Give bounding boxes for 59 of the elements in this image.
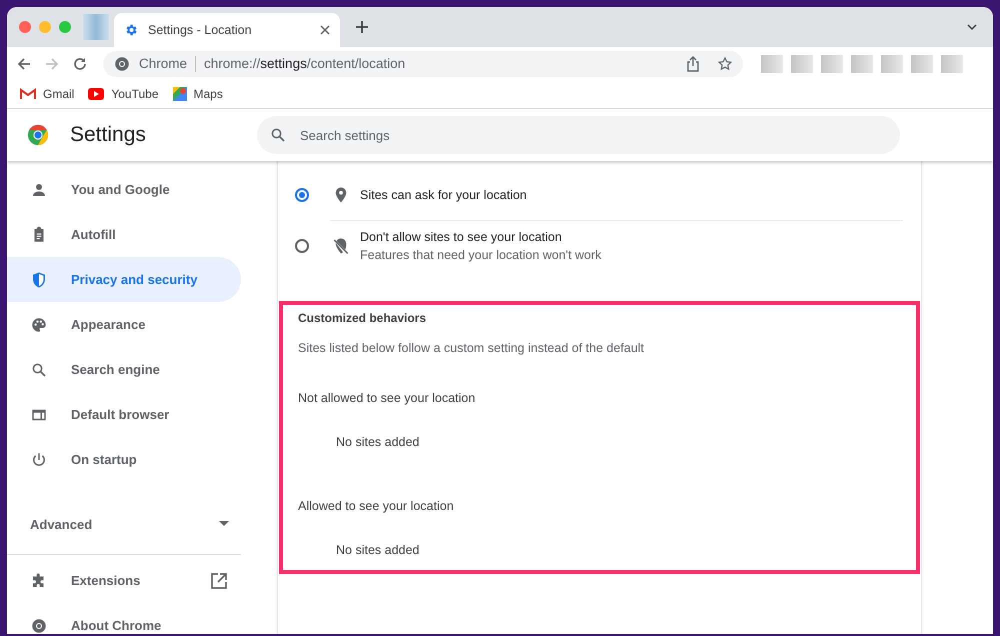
power-icon bbox=[30, 450, 48, 468]
sidebar-item[interactable]: Default browser bbox=[7, 392, 241, 437]
maximize-window-button[interactable] bbox=[59, 21, 71, 33]
section-description: Sites listed below follow a custom setting instead of the default bbox=[298, 341, 646, 355]
url-text: chrome://settings/content/location bbox=[204, 56, 406, 71]
sidebar-item[interactable]: You and Google bbox=[7, 167, 241, 212]
address-bar[interactable]: Chrome chrome://settings/content/location bbox=[103, 50, 743, 76]
sidebar-item[interactable]: On startup bbox=[7, 437, 241, 482]
new-tab-icon[interactable] bbox=[354, 19, 370, 35]
empty-list-text: No sites added bbox=[336, 435, 420, 449]
star-icon[interactable] bbox=[717, 56, 733, 72]
shield-icon bbox=[30, 270, 48, 288]
sidebar-item[interactable]: Search engine bbox=[7, 347, 241, 392]
browser-tab[interactable]: Settings - Location bbox=[114, 13, 340, 47]
mail-icon bbox=[20, 88, 36, 100]
option-label: Sites can ask for your location bbox=[360, 188, 527, 202]
option-description: Features that need your location won't work bbox=[360, 248, 602, 262]
option-label: Don't allow sites to see your location bbox=[360, 230, 563, 244]
sidebar-item[interactable]: Extensions bbox=[7, 558, 241, 603]
pixelated-icon[interactable] bbox=[791, 54, 813, 72]
pixelated-icon[interactable] bbox=[941, 54, 963, 72]
pixelated-icon[interactable] bbox=[851, 54, 873, 72]
advanced-toggle[interactable]: Advanced bbox=[7, 482, 241, 544]
radio-button[interactable] bbox=[295, 239, 309, 253]
bookmark-item[interactable]: YouTube bbox=[88, 87, 158, 101]
settings-icon bbox=[124, 23, 138, 37]
bookmark-item[interactable]: Maps bbox=[172, 87, 223, 101]
pixelated-icon[interactable] bbox=[83, 14, 109, 40]
open-external-icon bbox=[210, 572, 228, 590]
chrome-logo-icon bbox=[27, 124, 49, 146]
pixelated-icon[interactable] bbox=[881, 54, 903, 72]
list-heading: Allowed to see your location bbox=[298, 499, 455, 513]
sidebar-item[interactable]: Autofill bbox=[7, 212, 241, 257]
site-label: Chrome bbox=[139, 56, 188, 71]
sidebar-item[interactable]: About Chrome bbox=[7, 603, 241, 634]
pixelated-icon[interactable] bbox=[911, 54, 933, 72]
crossed-location-pin-icon bbox=[332, 237, 350, 255]
minimize-window-button[interactable] bbox=[39, 21, 51, 33]
pixelated-icon[interactable] bbox=[761, 54, 783, 72]
section-title: Customized behaviors bbox=[298, 311, 428, 325]
play-icon bbox=[88, 88, 104, 100]
chrome-logo-icon bbox=[113, 54, 131, 72]
close-window-button[interactable] bbox=[19, 21, 31, 33]
sidebar-item[interactable]: Privacy and security bbox=[7, 257, 241, 302]
palette-icon bbox=[30, 316, 48, 334]
search-icon bbox=[269, 126, 287, 144]
list-heading: Not allowed to see your location bbox=[298, 391, 476, 405]
close-icon[interactable] bbox=[320, 25, 330, 35]
bookmark-item[interactable]: Gmail bbox=[20, 87, 74, 101]
map-icon bbox=[172, 87, 186, 101]
search-field[interactable]: Search settings bbox=[257, 116, 900, 154]
share-icon[interactable] bbox=[685, 56, 701, 72]
sidebar-item[interactable]: Appearance bbox=[7, 302, 241, 347]
page-title: Settings bbox=[70, 123, 147, 147]
empty-list-text: No sites added bbox=[336, 543, 420, 557]
pixelated-icon[interactable] bbox=[821, 54, 843, 72]
caret-icon bbox=[219, 521, 229, 527]
radio-button[interactable] bbox=[295, 188, 309, 202]
search-icon bbox=[30, 360, 48, 378]
